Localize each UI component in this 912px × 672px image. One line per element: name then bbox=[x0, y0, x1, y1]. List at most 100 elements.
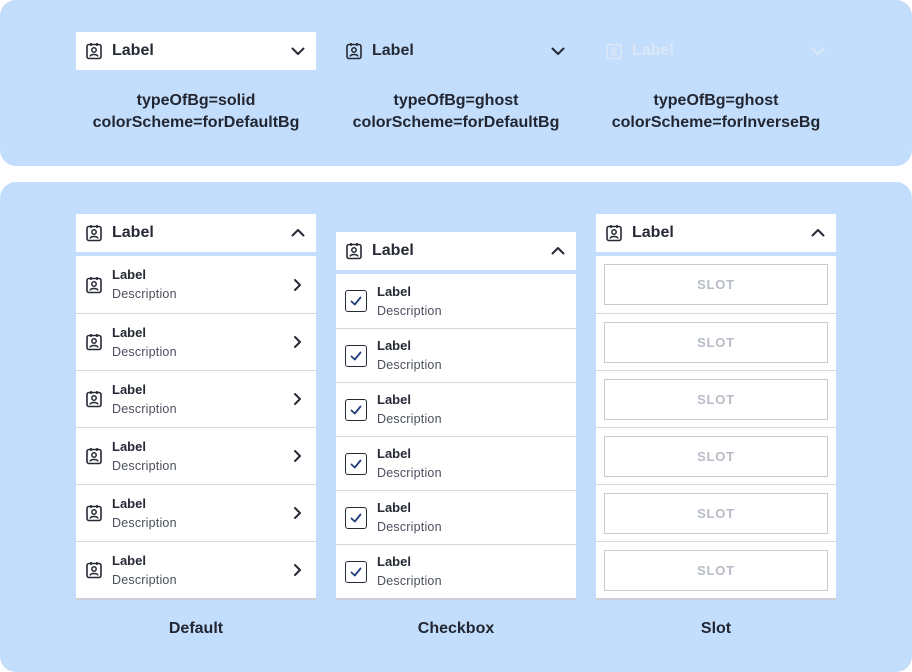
badge-icon bbox=[85, 504, 103, 522]
list-item-label: Label bbox=[377, 338, 411, 353]
list-item-text: Label Description bbox=[112, 324, 290, 361]
list-item-label: Label bbox=[112, 552, 146, 568]
checkbox-list-item[interactable]: Label Description bbox=[336, 382, 576, 436]
slot-placeholder: SLOT bbox=[604, 492, 828, 534]
accordion-header-ghost[interactable]: Label bbox=[336, 32, 576, 70]
list-item-label: Label bbox=[377, 554, 411, 569]
list-item[interactable]: Label Description bbox=[76, 370, 316, 427]
chevron-right-icon bbox=[290, 563, 304, 577]
checkbox-list-item[interactable]: Label Description bbox=[336, 328, 576, 382]
list-item-description: Description bbox=[112, 458, 177, 473]
slot-list-item: SLOT bbox=[596, 427, 836, 484]
badge-icon bbox=[345, 242, 363, 260]
lists-panel: Label Label Description Label Description La… bbox=[0, 182, 912, 672]
badge-icon bbox=[85, 42, 103, 60]
checkbox-list: Label Description Label Description Label Des… bbox=[336, 274, 576, 600]
default-list: Label Description Label Description Label Des… bbox=[76, 256, 316, 600]
list-item-text: Label Description bbox=[377, 445, 576, 482]
checkbox-checked-icon[interactable] bbox=[345, 452, 367, 475]
list-item-text: Label Description bbox=[112, 266, 290, 303]
checkbox-checked-icon[interactable] bbox=[345, 290, 367, 312]
checkbox-list-caption: Checkbox bbox=[417, 620, 495, 637]
list-item-label: Label bbox=[112, 324, 146, 340]
slot-placeholder: SLOT bbox=[604, 321, 828, 363]
list-item-description: Description bbox=[377, 520, 442, 534]
accordion-header-label: Label bbox=[372, 242, 414, 259]
list-item-label: Label bbox=[377, 500, 411, 515]
list-item-label: Label bbox=[377, 446, 411, 461]
badge-icon bbox=[605, 224, 623, 242]
checkbox-checked-icon[interactable] bbox=[345, 560, 367, 583]
list-item-text: Label Description bbox=[112, 495, 290, 532]
chevron-up-icon[interactable] bbox=[290, 225, 306, 241]
accordion-header-label: Label bbox=[632, 42, 674, 59]
variants-panel: Label typeOfBg=solid colorScheme=forDefa… bbox=[0, 0, 912, 166]
variant-caption: typeOfBg=ghost colorScheme=forInverseBg bbox=[586, 90, 846, 134]
list-item-description: Description bbox=[377, 303, 442, 318]
list-item-text: Label Description bbox=[377, 283, 576, 320]
chevron-right-icon bbox=[290, 335, 304, 349]
variant-caption: typeOfBg=solid colorScheme=forDefaultBg bbox=[66, 90, 326, 134]
accordion-header-slot[interactable]: Label bbox=[596, 214, 836, 252]
accordion-header-checkbox[interactable]: Label bbox=[336, 232, 576, 270]
list-item-text: Label Description bbox=[377, 553, 576, 590]
list-item-description: Description bbox=[112, 572, 177, 587]
slot-list-item: SLOT bbox=[596, 484, 836, 541]
list-item-label: Label bbox=[377, 392, 411, 407]
caption-scheme: colorScheme=forDefaultBg bbox=[352, 114, 560, 131]
list-item-text: Label Description bbox=[377, 499, 576, 536]
checkbox-checked-icon[interactable] bbox=[345, 398, 367, 421]
checkbox-list-item[interactable]: Label Description bbox=[336, 274, 576, 328]
badge-icon bbox=[605, 42, 623, 60]
list-item-label: Label bbox=[112, 495, 146, 511]
variant-caption: typeOfBg=ghost colorScheme=forDefaultBg bbox=[326, 90, 586, 134]
checkbox-list-item[interactable]: Label Description bbox=[336, 436, 576, 490]
slot-list: SLOT SLOT SLOT SLOT SLOT SLOT bbox=[596, 256, 836, 600]
chevron-down-icon[interactable] bbox=[810, 43, 826, 59]
list-item-text: Label Description bbox=[112, 552, 290, 589]
caption-type: typeOfBg=solid bbox=[136, 92, 256, 109]
chevron-right-icon bbox=[290, 392, 304, 406]
list-item-description: Description bbox=[377, 412, 442, 426]
list-item[interactable]: Label Description bbox=[76, 256, 316, 313]
badge-icon bbox=[345, 42, 363, 60]
accordion-header-default[interactable]: Label bbox=[76, 214, 316, 252]
chevron-up-icon[interactable] bbox=[810, 225, 826, 241]
list-item-description: Description bbox=[112, 344, 177, 359]
slot-list-item: SLOT bbox=[596, 313, 836, 370]
checkbox-checked-icon[interactable] bbox=[345, 506, 367, 529]
list-item[interactable]: Label Description bbox=[76, 427, 316, 484]
chevron-down-icon[interactable] bbox=[290, 43, 306, 59]
chevron-up-icon[interactable] bbox=[550, 243, 566, 259]
list-item-label: Label bbox=[377, 283, 411, 299]
slot-placeholder: SLOT bbox=[604, 549, 828, 591]
slot-list-caption: Slot bbox=[700, 620, 732, 637]
list-item-description: Description bbox=[112, 515, 177, 530]
list-item-label: Label bbox=[112, 267, 146, 282]
list-item-description: Description bbox=[112, 287, 177, 301]
badge-icon bbox=[85, 390, 103, 408]
checkbox-list-item[interactable]: Label Description bbox=[336, 490, 576, 544]
slot-placeholder: SLOT bbox=[604, 264, 828, 305]
list-item-description: Description bbox=[112, 401, 177, 416]
accordion-header-solid[interactable]: Label bbox=[76, 32, 316, 70]
list-item-label: Label bbox=[112, 438, 146, 454]
badge-icon bbox=[85, 276, 103, 294]
list-item[interactable]: Label Description bbox=[76, 313, 316, 370]
chevron-right-icon bbox=[290, 506, 304, 520]
accordion-header-ghost-inverse[interactable]: Label bbox=[596, 32, 836, 70]
slot-list-item: SLOT bbox=[596, 256, 836, 313]
default-list-caption: Default bbox=[168, 620, 224, 637]
chevron-right-icon bbox=[290, 278, 304, 292]
badge-icon bbox=[85, 561, 103, 579]
chevron-down-icon[interactable] bbox=[550, 43, 566, 59]
caption-scheme: colorScheme=forInverseBg bbox=[611, 114, 821, 131]
list-item-text: Label Description bbox=[377, 391, 576, 428]
accordion-header-label: Label bbox=[112, 42, 154, 59]
list-item[interactable]: Label Description bbox=[76, 541, 316, 598]
badge-icon bbox=[85, 224, 103, 242]
checkbox-checked-icon[interactable] bbox=[345, 344, 367, 367]
list-item[interactable]: Label Description bbox=[76, 484, 316, 541]
checkbox-list-item[interactable]: Label Description bbox=[336, 544, 576, 598]
list-item-text: Label Description bbox=[112, 438, 290, 475]
